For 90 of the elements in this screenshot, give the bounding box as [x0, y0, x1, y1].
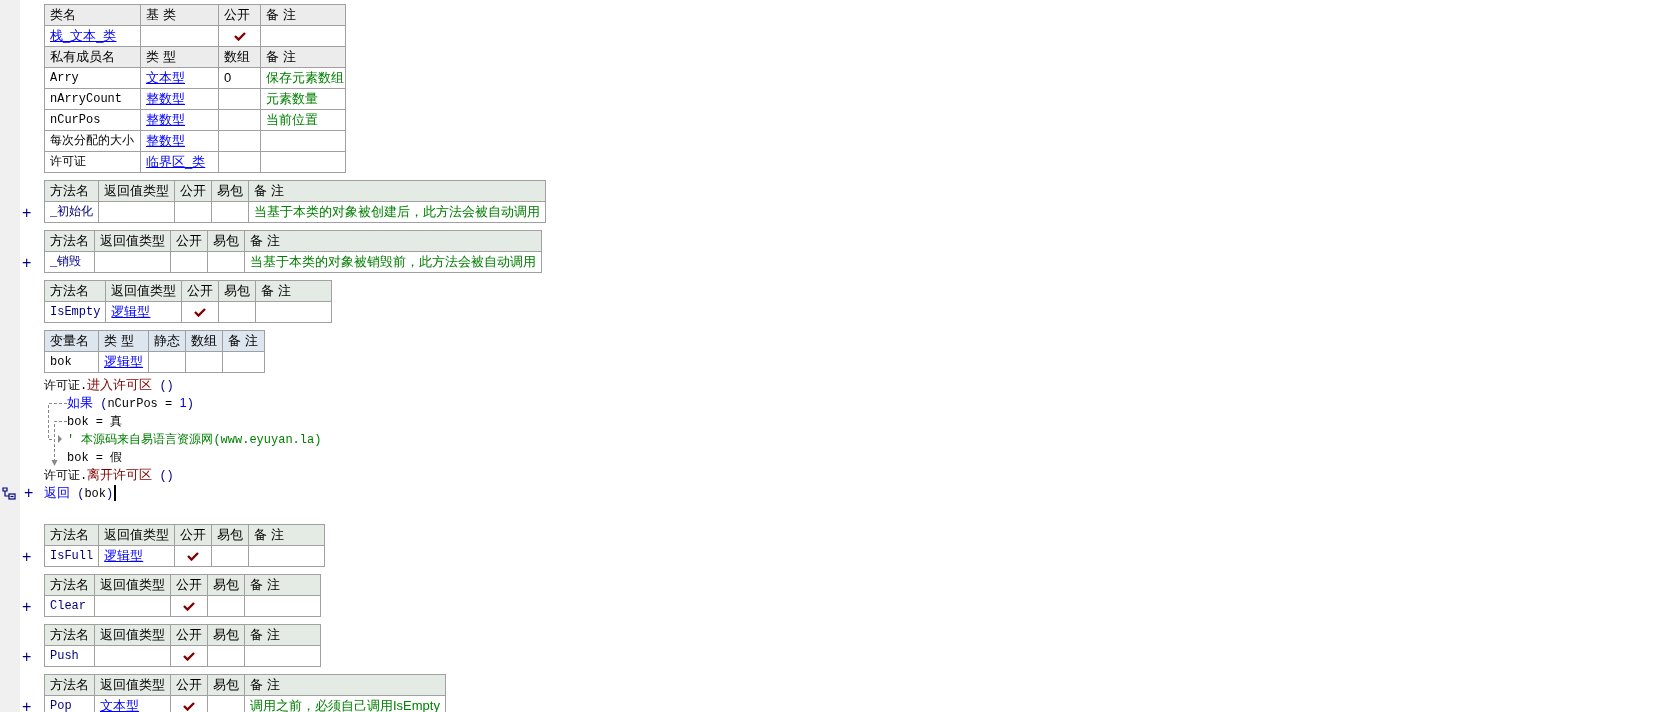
member-name: Arry	[44, 67, 141, 89]
note-text: 元素数量	[260, 88, 346, 110]
type-name: 整数型	[140, 109, 219, 131]
code-line: bok = 假	[67, 449, 123, 467]
column-header: 备 注	[248, 180, 546, 202]
expand-toggle[interactable]: +	[20, 253, 32, 273]
column-header: 类名	[44, 4, 141, 26]
column-header: 返回值类型	[94, 624, 171, 646]
column-header: 方法名	[44, 230, 95, 252]
column-header: 备 注	[260, 4, 346, 26]
column-header: 公开	[170, 624, 208, 646]
expand-toggle[interactable]: +	[20, 547, 32, 567]
column-header: 数组	[185, 330, 223, 352]
type-name: 整数型	[140, 130, 219, 152]
code-line: 返回 (bok)	[44, 483, 114, 503]
type-name: 整数型	[140, 88, 219, 110]
array-size: 0	[218, 67, 261, 89]
column-header: 公开	[170, 230, 208, 252]
column-header: 返回值类型	[94, 230, 171, 252]
condition-line: 如果 (nCurPos = 1)	[67, 393, 194, 413]
type-name: 文本型	[140, 67, 219, 89]
column-header: 备 注	[248, 524, 325, 546]
comment-line: ' 本源码来自易语言资源网(www.eyuyan.la)	[67, 431, 322, 449]
expand-toggle[interactable]: +	[20, 597, 32, 617]
column-header: 备 注	[255, 280, 332, 302]
expand-toggle[interactable]: +	[22, 484, 34, 502]
column-header: 公开	[170, 574, 208, 596]
column-header: 返回值类型	[94, 674, 171, 696]
column-header: 备 注	[244, 674, 446, 696]
flow-line-drawing	[46, 403, 68, 466]
column-header: 易包	[207, 574, 245, 596]
column-header: 返回值类型	[94, 574, 171, 596]
column-header: 易包	[207, 230, 245, 252]
column-header: 方法名	[44, 280, 106, 302]
column-header: 返回值类型	[98, 180, 175, 202]
method-name: _初始化	[44, 201, 99, 223]
note-text: 当基于本类的对象被创建后，此方法会被自动调用	[248, 201, 546, 223]
column-header: 备 注	[244, 230, 542, 252]
expand-toggle[interactable]: +	[20, 647, 32, 667]
column-header: 返回值类型	[98, 524, 175, 546]
method-name: IsFull	[44, 545, 99, 567]
type-name: 逻辑型	[98, 351, 149, 373]
column-header: 备 注	[244, 574, 321, 596]
column-header: 类 型	[98, 330, 149, 352]
column-header: 公开	[174, 524, 212, 546]
code-line: bok = 真	[67, 413, 123, 431]
column-header: 公开	[170, 674, 208, 696]
member-name: 每次分配的大小	[44, 130, 141, 152]
code-line: 许可证.进入许可区 ()	[44, 375, 174, 395]
method-name: Push	[44, 645, 95, 667]
column-header: 易包	[211, 524, 249, 546]
column-header: 方法名	[44, 180, 99, 202]
variable-name: bok	[44, 351, 99, 373]
column-header: 易包	[207, 624, 245, 646]
type-name: 逻辑型	[98, 545, 175, 567]
column-header: 返回值类型	[105, 280, 182, 302]
column-header: 静态	[148, 330, 186, 352]
class-name: 栈_文本_类	[44, 25, 141, 47]
method-name: Clear	[44, 595, 95, 617]
note-text: 当前位置	[260, 109, 346, 131]
note-text: 当基于本类的对象被销毁前，此方法会被自动调用	[244, 251, 542, 273]
member-name: nCurPos	[44, 109, 141, 131]
type-name: 临界区_类	[140, 151, 219, 173]
column-header: 公开	[174, 180, 212, 202]
member-name: 许可证	[44, 151, 141, 173]
column-header: 公开	[218, 4, 261, 26]
column-header: 方法名	[44, 624, 95, 646]
flow-arrow-icon	[58, 435, 62, 443]
method-name: IsEmpty	[44, 301, 106, 323]
column-header: 易包	[211, 180, 249, 202]
column-header: 易包	[207, 674, 245, 696]
column-header: 方法名	[44, 674, 95, 696]
note-text: 保存元素数组	[260, 67, 346, 89]
column-header: 公开	[181, 280, 219, 302]
column-header: 易包	[218, 280, 256, 302]
method-name: _销毁	[44, 251, 95, 273]
expand-toggle[interactable]: +	[20, 697, 32, 712]
column-header: 基 类	[140, 4, 219, 26]
expand-toggle[interactable]: +	[20, 203, 32, 223]
code-line: 许可证.离开许可区 ()	[44, 465, 174, 485]
member-name: nArryCount	[44, 88, 141, 110]
column-header: 备 注	[222, 330, 265, 352]
column-header: 私有成员名	[44, 46, 141, 68]
method-name: Pop	[44, 695, 95, 712]
column-header: 备 注	[244, 624, 321, 646]
column-header: 方法名	[44, 524, 99, 546]
type-name: 逻辑型	[105, 301, 182, 323]
bookmark-icon[interactable]	[2, 487, 16, 500]
column-header: 变量名	[44, 330, 99, 352]
column-header: 方法名	[44, 574, 95, 596]
